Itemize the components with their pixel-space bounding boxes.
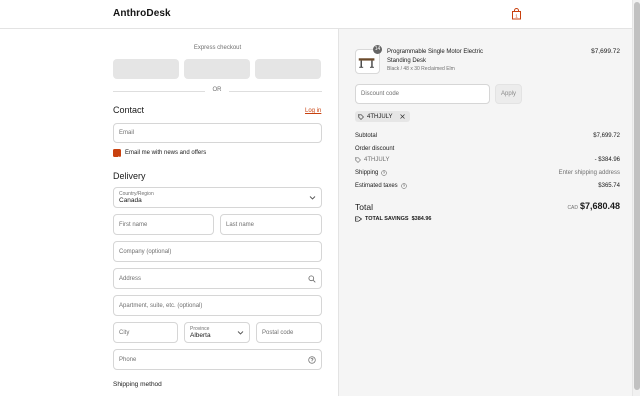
checkmark-icon bbox=[114, 156, 120, 161]
newsletter-checkbox[interactable] bbox=[113, 149, 121, 161]
contact-heading: Contact bbox=[113, 105, 145, 115]
address-field[interactable]: Address bbox=[113, 268, 322, 289]
or-divider-label: OR bbox=[212, 87, 222, 93]
site-header: AnthroDesk 1 bbox=[0, 0, 632, 29]
express-pay-button-2[interactable] bbox=[184, 59, 250, 79]
city-field[interactable]: City bbox=[113, 322, 178, 343]
email-field[interactable]: Email bbox=[113, 123, 322, 143]
savings-tag-icon bbox=[355, 216, 362, 222]
shopping-bag-icon[interactable]: 1 bbox=[511, 8, 522, 20]
last-name-placeholder: Last name bbox=[226, 221, 255, 228]
discount-value: - $384.96 bbox=[594, 157, 620, 163]
express-pay-button-3[interactable] bbox=[255, 59, 321, 79]
delivery-heading: Delivery bbox=[113, 171, 146, 181]
checkout-page: AnthroDesk 1 Express checkout OR Contact… bbox=[0, 0, 640, 396]
subtotal-value: $7,699.72 bbox=[593, 133, 620, 139]
phone-placeholder: Phone bbox=[119, 356, 137, 363]
address-placeholder: Address bbox=[119, 275, 142, 282]
first-name-field[interactable]: First name bbox=[113, 214, 214, 235]
divider-left bbox=[113, 91, 205, 92]
company-field[interactable]: Company (optional) bbox=[113, 241, 322, 262]
shipping-label: Shipping bbox=[355, 170, 379, 176]
apply-discount-button[interactable]: Apply bbox=[495, 84, 522, 104]
chevron-down-icon bbox=[309, 195, 316, 200]
applied-discount-chip: 4THJULY bbox=[355, 111, 410, 122]
first-name-placeholder: First name bbox=[119, 221, 148, 228]
discount-code-row: 4THJULY bbox=[355, 157, 390, 163]
info-icon[interactable] bbox=[400, 183, 407, 189]
express-checkout-label: Express checkout bbox=[193, 45, 242, 51]
shipping-method-heading: Shipping method bbox=[113, 381, 162, 388]
discount-code-field[interactable]: Discount code bbox=[355, 84, 490, 104]
total-currency: CAD bbox=[567, 205, 578, 211]
postal-code-placeholder: Postal code bbox=[262, 329, 294, 336]
subtotal-label: Subtotal bbox=[355, 133, 378, 139]
order-summary: 14 Programmable Single Motor Electric St… bbox=[338, 29, 632, 396]
brand-logo[interactable]: AnthroDesk bbox=[113, 8, 171, 19]
remove-discount-icon[interactable] bbox=[399, 113, 406, 120]
discount-code-text: 4THJULY bbox=[364, 157, 390, 163]
help-icon[interactable] bbox=[308, 355, 316, 364]
product-variant: Black / 48 x 30 Reclaimed Elm bbox=[387, 66, 455, 72]
quantity-badge: 14 bbox=[373, 45, 382, 54]
order-discount-label: Order discount bbox=[355, 146, 395, 152]
search-icon bbox=[308, 274, 316, 283]
taxes-row: Estimated taxes bbox=[355, 183, 407, 189]
taxes-value: $365.74 bbox=[598, 183, 620, 189]
phone-field[interactable]: Phone bbox=[113, 349, 322, 370]
apartment-placeholder: Apartment, suite, etc. (optional) bbox=[119, 302, 203, 309]
scrollbar-thumb[interactable] bbox=[634, 2, 640, 390]
total-label: Total bbox=[355, 202, 373, 212]
shipping-value: Enter shipping address bbox=[558, 170, 620, 176]
divider-right bbox=[229, 91, 322, 92]
province-value: Alberta bbox=[190, 332, 211, 339]
total-savings-row: TOTAL SAVINGS $384.96 bbox=[355, 216, 432, 222]
tag-icon bbox=[355, 157, 361, 163]
svg-text:1: 1 bbox=[515, 13, 518, 18]
postal-code-field[interactable]: Postal code bbox=[256, 322, 322, 343]
email-placeholder: Email bbox=[119, 130, 135, 136]
product-name: Programmable Single Motor Electric Stand… bbox=[387, 49, 484, 64]
country-select[interactable]: Country/Region Canada bbox=[113, 187, 322, 208]
company-placeholder: Company (optional) bbox=[119, 248, 172, 255]
total-value: $7,680.48 bbox=[579, 201, 620, 211]
shipping-row: Shipping bbox=[355, 170, 388, 176]
city-placeholder: City bbox=[119, 329, 130, 336]
chevron-down-icon bbox=[237, 330, 244, 335]
discount-code-placeholder: Discount code bbox=[361, 91, 400, 97]
total-savings-value: $384.96 bbox=[411, 216, 432, 222]
login-link[interactable]: Log in bbox=[305, 108, 321, 114]
tag-icon bbox=[358, 113, 364, 120]
province-select[interactable]: Province Alberta bbox=[184, 322, 250, 343]
checkout-form: Express checkout OR Contact Log in Email… bbox=[0, 29, 338, 396]
info-icon[interactable] bbox=[381, 170, 388, 176]
last-name-field[interactable]: Last name bbox=[220, 214, 322, 235]
applied-code-label: 4THJULY bbox=[367, 113, 393, 120]
total-savings-label: TOTAL SAVINGS bbox=[365, 216, 409, 222]
country-value: Canada bbox=[119, 197, 142, 204]
express-pay-button-1[interactable] bbox=[113, 59, 179, 79]
page-scrollbar[interactable] bbox=[632, 0, 640, 396]
product-price: $7,699.72 bbox=[591, 48, 620, 55]
apartment-field[interactable]: Apartment, suite, etc. (optional) bbox=[113, 295, 322, 316]
newsletter-label: Email me with news and offers bbox=[125, 150, 207, 156]
taxes-label: Estimated taxes bbox=[355, 183, 398, 189]
